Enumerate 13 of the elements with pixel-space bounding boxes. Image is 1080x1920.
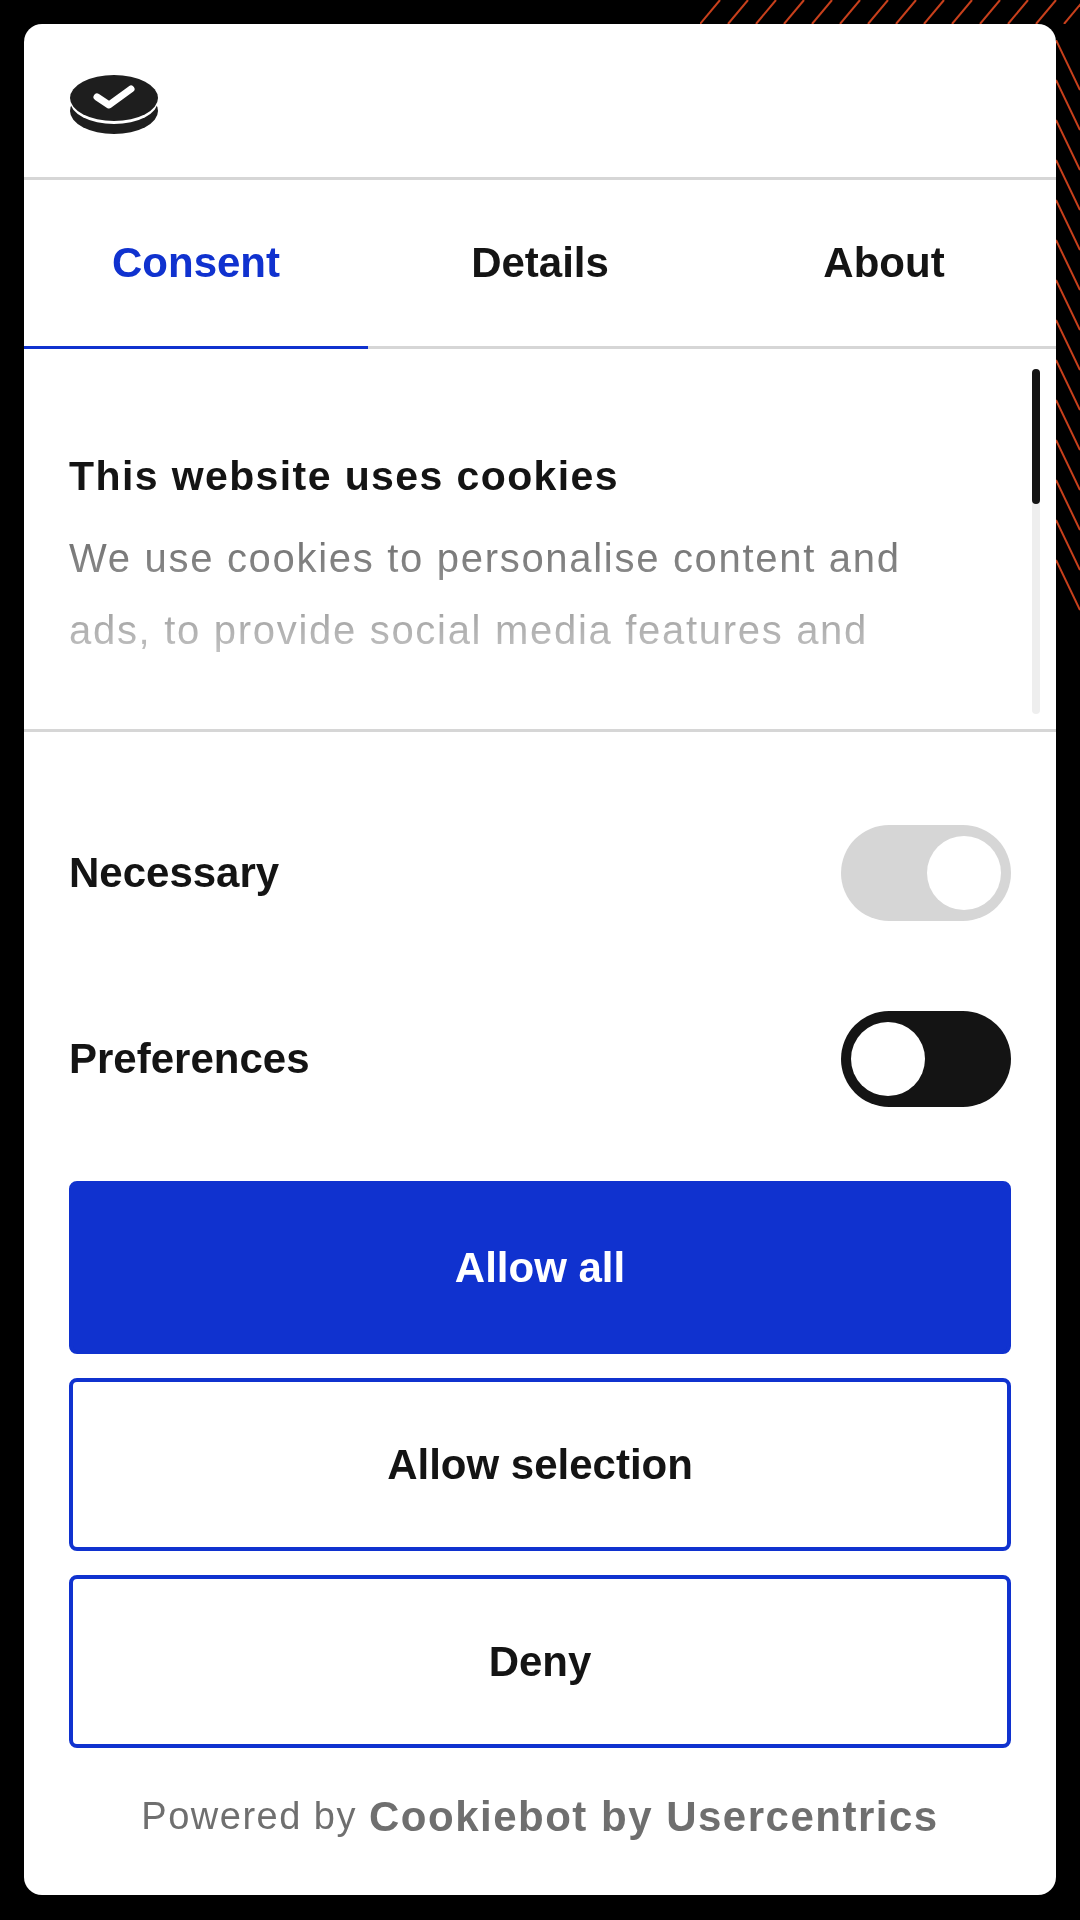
toggle-label: Preferences [69, 1035, 310, 1083]
tab[interactable]: About [712, 180, 1056, 349]
powered-by-text: Powered by [141, 1795, 357, 1838]
tab[interactable]: Consent [24, 180, 368, 349]
scrollbar-thumb[interactable] [1032, 369, 1040, 504]
description-text: We use cookies to personalise content and ads, to provide social media features and [69, 535, 902, 654]
action-button[interactable]: Allow all [69, 1181, 1011, 1354]
tab[interactable]: Details [368, 180, 712, 349]
action-button[interactable]: Allow selection [69, 1378, 1011, 1551]
brand-link[interactable]: Cookiebot by Usercentrics [369, 1792, 939, 1841]
action-button[interactable]: Deny [69, 1575, 1011, 1748]
toggle-label: Necessary [69, 849, 280, 897]
dialog-heading: This website uses cookies [69, 453, 620, 500]
